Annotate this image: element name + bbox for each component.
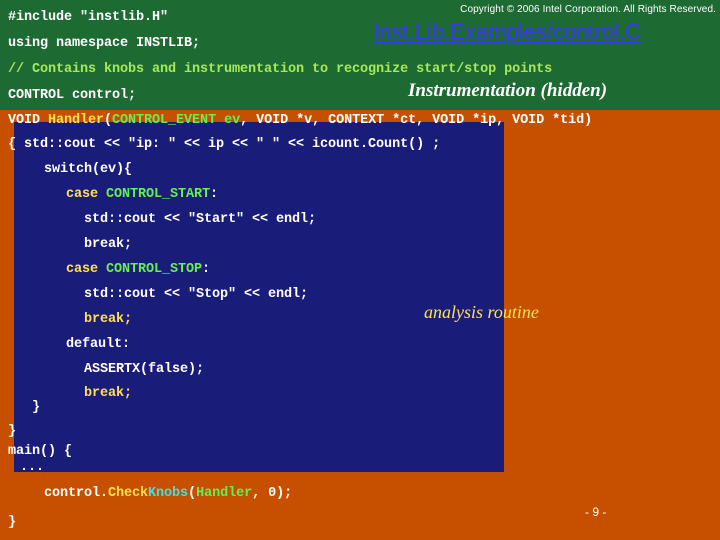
- code-token: std::cout << "Start" << endl;: [84, 212, 317, 227]
- code-token: (: [104, 113, 113, 128]
- code-line: std::cout << "Start" << endl;: [84, 212, 316, 227]
- code-line: VOID Handler(CONTROL_EVENT ev, VOID *v, …: [8, 113, 592, 128]
- code-line: main() {: [8, 444, 72, 459]
- code-token: :: [202, 262, 211, 277]
- code-line: break;: [84, 237, 132, 252]
- code-line: }: [8, 515, 16, 530]
- code-token: :: [210, 187, 219, 202]
- code-token: // Contains knobs and instrumentation to…: [8, 62, 553, 77]
- code-token: CONTROL_EVENT ev: [112, 113, 241, 128]
- code-line: using namespace INSTLIB;: [8, 36, 200, 51]
- code-token: }: [8, 424, 17, 439]
- code-token: break;: [84, 237, 133, 252]
- code-token: ...: [20, 460, 45, 475]
- code-token: { std::cout << "ip: " << ip << " " << ic…: [8, 137, 441, 152]
- code-token: break;: [84, 312, 133, 327]
- code-token: case: [66, 187, 107, 202]
- code-token: Check: [108, 486, 149, 501]
- code-token: default:: [66, 337, 131, 352]
- code-line: ASSERTX(false);: [84, 362, 204, 377]
- code-token: ASSERTX(false);: [84, 362, 205, 377]
- code-token: }: [32, 400, 41, 415]
- code-line: switch(ev){: [44, 162, 132, 177]
- code-token: , 0);: [252, 486, 293, 501]
- code-line: case CONTROL_STOP:: [66, 262, 210, 277]
- code-token: CONTROL control;: [8, 88, 137, 103]
- copyright-notice: Copyright © 2006 Intel Corporation. All …: [460, 4, 716, 15]
- code-token: }: [8, 515, 17, 530]
- page-title[interactable]: Inst.Lib.Examples/control.C: [373, 19, 641, 45]
- code-token: Handler: [48, 113, 105, 128]
- code-line: }: [8, 424, 16, 439]
- analysis-routine-annotation: analysis routine: [424, 302, 539, 322]
- code-line: break;: [84, 312, 132, 327]
- code-token: , VOID *v, CONTEXT *ct, VOID *ip, VOID *…: [240, 113, 593, 128]
- code-token: CONTROL_STOP: [106, 262, 203, 277]
- code-token: case: [66, 262, 107, 277]
- code-line: ...: [20, 460, 44, 475]
- code-token: main() {: [8, 444, 73, 459]
- slide-canvas: Copyright © 2006 Intel Corporation. All …: [0, 0, 720, 540]
- code-token: Handler: [196, 486, 253, 501]
- code-token: using namespace INSTLIB;: [8, 36, 201, 51]
- page-number: - 9 -: [585, 505, 607, 519]
- code-token: switch(ev){: [44, 162, 133, 177]
- code-line: default:: [66, 337, 130, 352]
- code-token: VOID: [8, 113, 49, 128]
- code-line: CONTROL control;: [8, 88, 136, 103]
- code-token: #include "instlib.H": [8, 10, 169, 25]
- code-token: CONTROL_START: [106, 187, 211, 202]
- instrumentation-annotation: Instrumentation (hidden): [408, 80, 608, 101]
- code-token: control.: [44, 486, 109, 501]
- code-line: }: [32, 400, 40, 415]
- code-token: Knobs: [148, 486, 189, 501]
- code-line: std::cout << "Stop" << endl;: [84, 287, 308, 302]
- code-line: break;: [84, 386, 132, 401]
- code-token: std::cout << "Stop" << endl;: [84, 287, 309, 302]
- code-token: break;: [84, 386, 133, 401]
- code-line: control.CheckKnobs(Handler, 0);: [44, 486, 292, 501]
- code-line: case CONTROL_START:: [66, 187, 218, 202]
- code-line: // Contains knobs and instrumentation to…: [8, 62, 552, 77]
- code-token: (: [188, 486, 197, 501]
- code-line: { std::cout << "ip: " << ip << " " << ic…: [8, 137, 440, 152]
- code-line: #include "instlib.H": [8, 10, 168, 25]
